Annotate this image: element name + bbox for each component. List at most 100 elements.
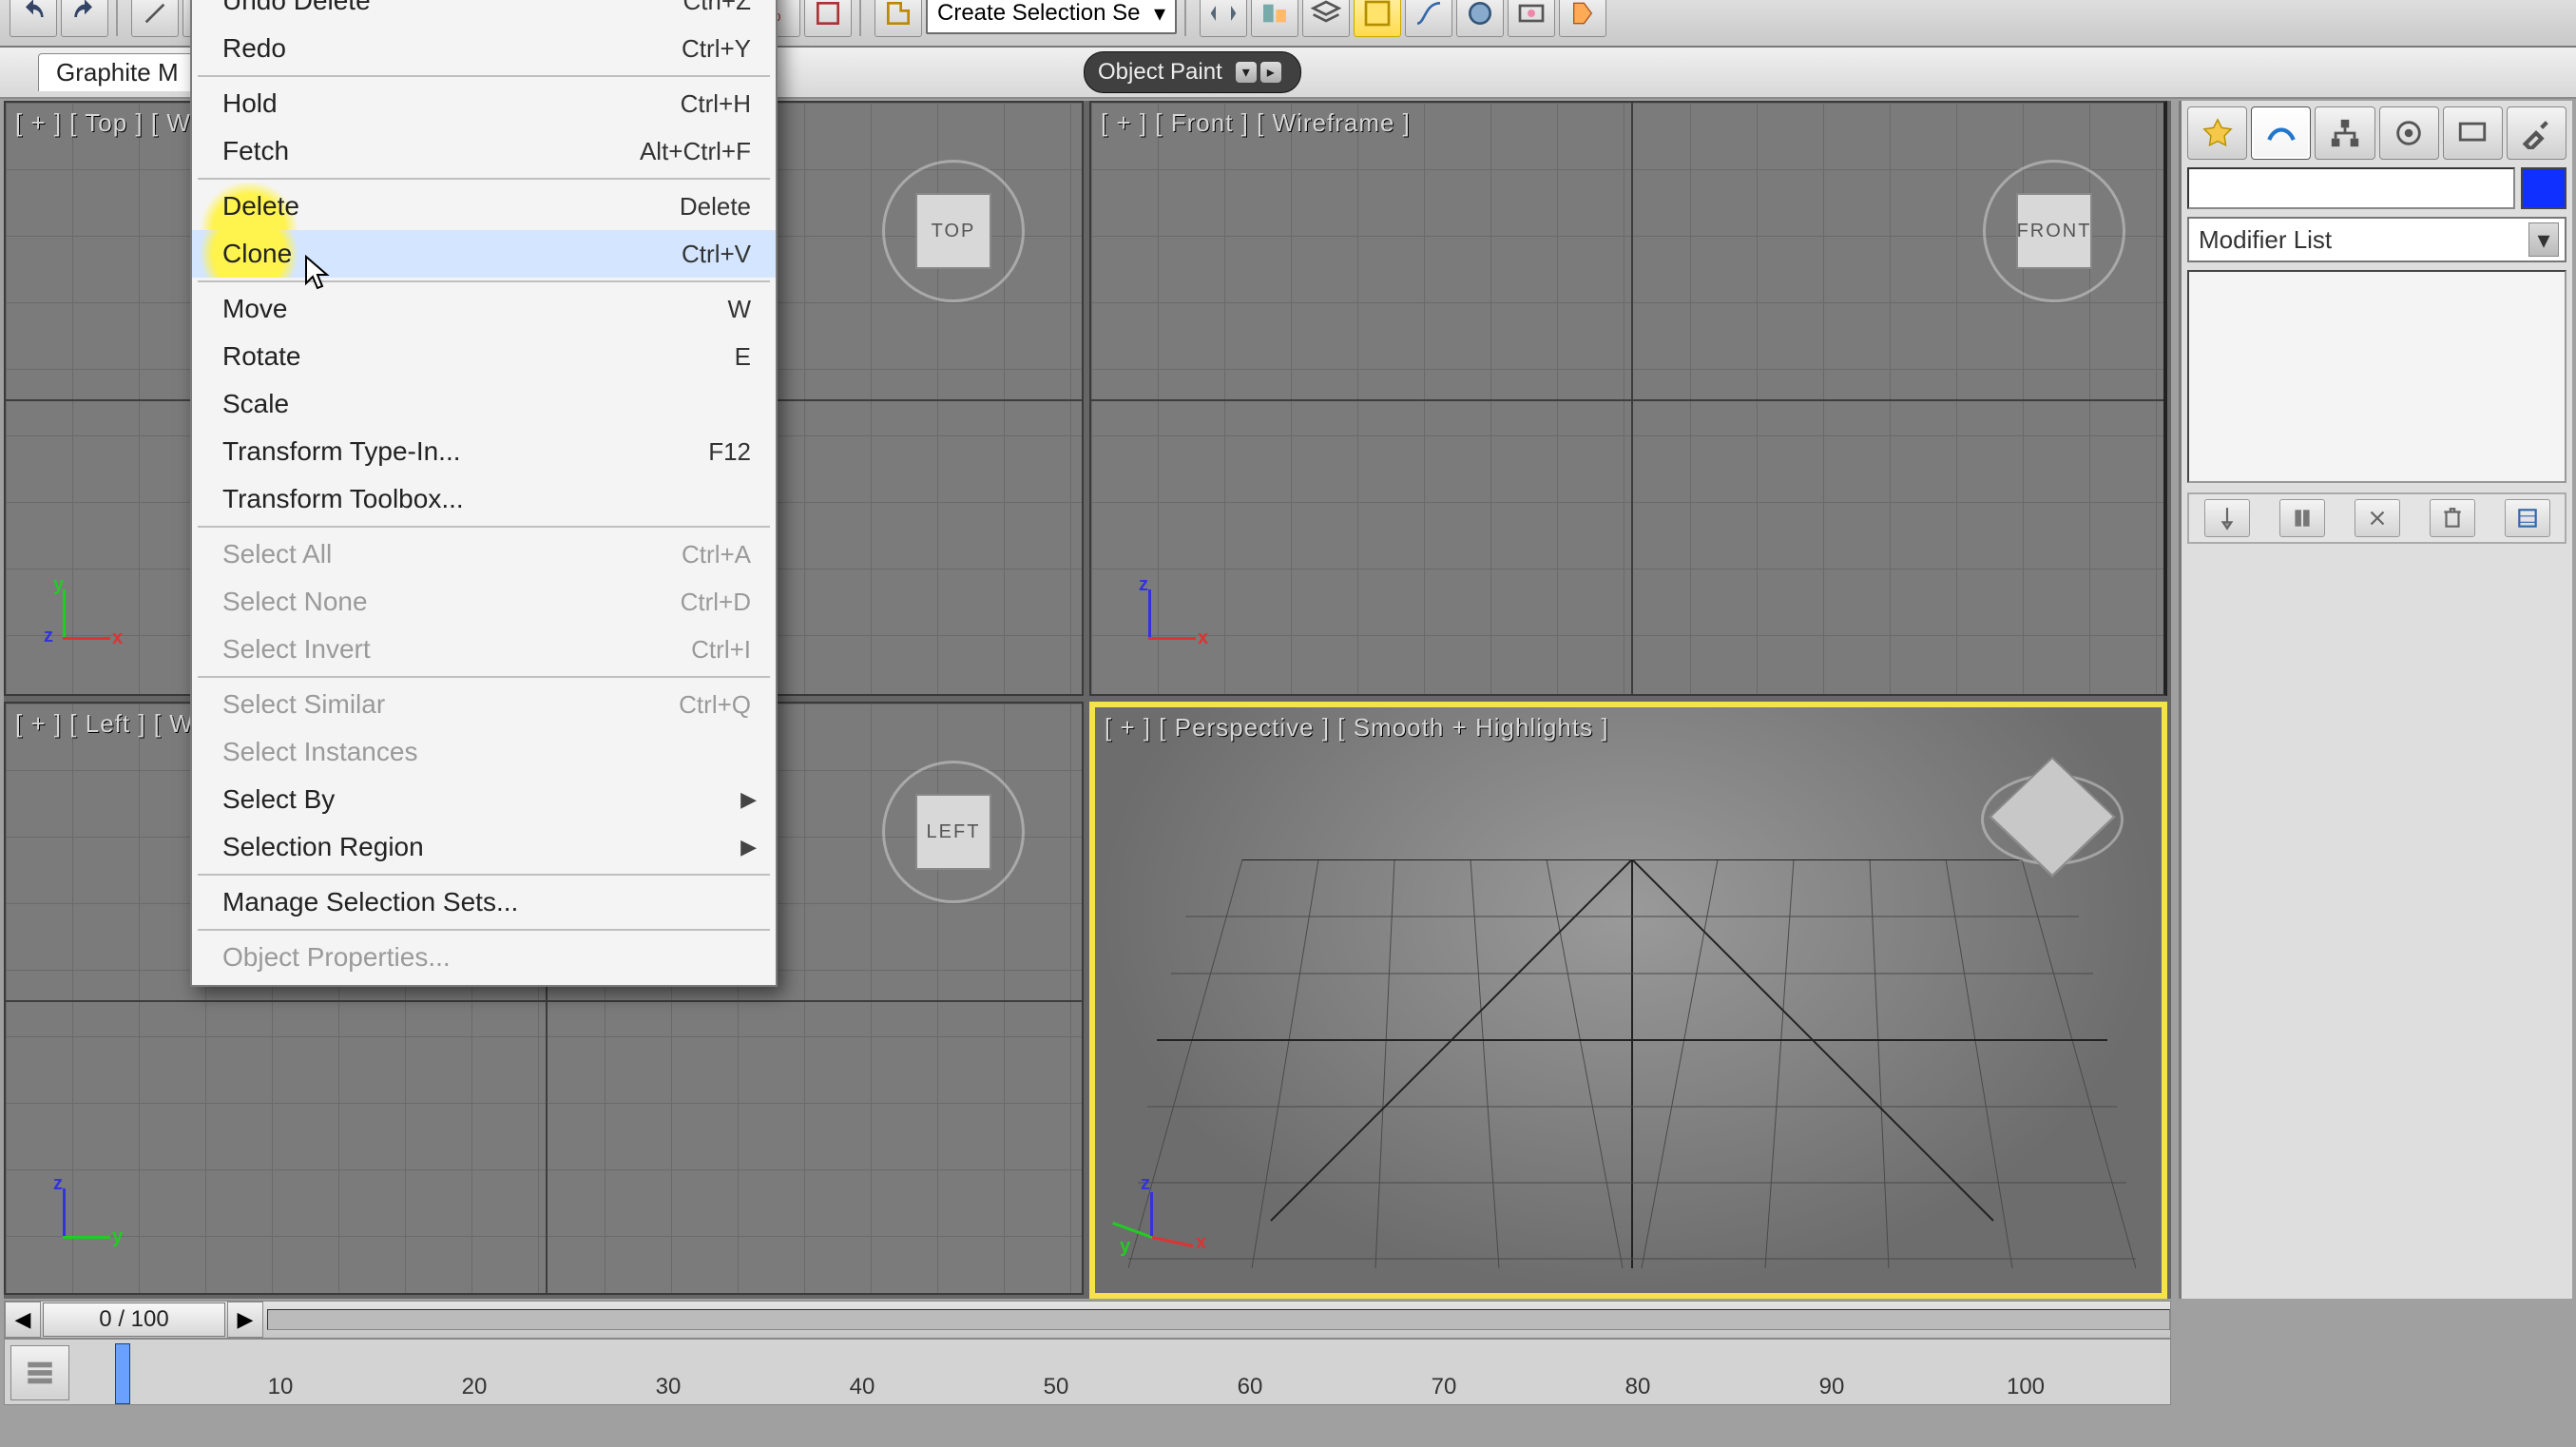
dropdown-label: Create Selection Se — [937, 0, 1140, 27]
render-setup-button[interactable] — [1508, 0, 1555, 37]
modifier-list-dropdown[interactable]: Modifier List ▾ — [2187, 217, 2566, 262]
remove-modifier-button[interactable] — [2430, 499, 2475, 537]
viewcube-ring-icon — [1983, 160, 2125, 302]
spinner-snap-toggle[interactable] — [804, 0, 852, 37]
schematic-view-button[interactable] — [1354, 0, 1401, 37]
menu-item-select-similar[interactable]: Select Similar Ctrl+Q — [192, 681, 776, 728]
menu-separator — [198, 75, 770, 77]
menu-item-rotate[interactable]: Rotate E — [192, 333, 776, 380]
menu-item-select-instances[interactable]: Select Instances — [192, 728, 776, 776]
menu-item-scale[interactable]: Scale — [192, 380, 776, 428]
chevron-right-icon: ▸ — [1260, 62, 1281, 83]
show-end-result-button[interactable] — [2279, 499, 2325, 537]
viewport-front[interactable]: [ + ] [ Front ] [ Wireframe ] FRONT x z — [1089, 101, 2167, 696]
menu-item-clone[interactable]: Clone Ctrl+V — [192, 230, 776, 278]
command-panel-tabs — [2187, 106, 2566, 160]
display-tab[interactable] — [2443, 106, 2503, 160]
time-value: 0 / 100 — [99, 1306, 168, 1333]
menu-item-transform-type-in[interactable]: Transform Type-In... F12 — [192, 428, 776, 475]
submenu-arrow-icon: ▶ — [740, 835, 757, 859]
make-unique-button[interactable] — [2355, 499, 2400, 537]
time-slider[interactable]: ◀ 0 / 100 ▶ — [4, 1301, 2171, 1339]
menu-label: Manage Selection Sets... — [222, 887, 518, 917]
time-config-button[interactable] — [10, 1345, 69, 1400]
viewcube-persp[interactable] — [1981, 745, 2124, 888]
menu-label: Select All — [222, 539, 332, 569]
menu-item-delete[interactable]: Delete Delete — [192, 183, 776, 230]
tab-label: Graphite M — [56, 58, 179, 87]
utilities-tab[interactable] — [2507, 106, 2566, 160]
perspective-grid-icon — [1128, 859, 2136, 1268]
time-prev-button[interactable]: ◀ — [5, 1302, 41, 1338]
menu-separator — [198, 874, 770, 876]
material-editor-button[interactable] — [1456, 0, 1504, 37]
modify-tab[interactable] — [2251, 106, 2311, 160]
menu-item-object-properties[interactable]: Object Properties... — [192, 934, 776, 981]
selection-set-dropdown[interactable]: Create Selection Se ▾ — [926, 0, 1177, 34]
named-sel-sets-button[interactable] — [875, 0, 922, 37]
menu-label: Clone — [222, 239, 292, 269]
modifier-stack[interactable] — [2187, 270, 2566, 483]
menu-item-manage-selection-sets[interactable]: Manage Selection Sets... — [192, 878, 776, 926]
menu-label: Hold — [222, 88, 278, 119]
grid-axis-h — [6, 1000, 1082, 1002]
viewcube-face[interactable] — [1990, 757, 2116, 877]
time-slider-track[interactable] — [267, 1309, 2170, 1330]
menu-item-transform-toolbox[interactable]: Transform Toolbox... — [192, 475, 776, 523]
menu-label: Select By — [222, 784, 335, 815]
ribbon-tab-graphite[interactable]: Graphite M — [38, 53, 197, 91]
menu-item-select-none[interactable]: Select None Ctrl+D — [192, 578, 776, 626]
menu-shortcut: Ctrl+Q — [679, 690, 751, 720]
pill-label: Object Paint — [1098, 59, 1222, 86]
menu-shortcut: Ctrl+D — [681, 588, 751, 617]
hierarchy-tab[interactable] — [2315, 106, 2374, 160]
menu-item-fetch[interactable]: Fetch Alt+Ctrl+F — [192, 127, 776, 175]
command-panel: Modifier List ▾ — [2179, 101, 2572, 1299]
menu-shortcut: Ctrl+I — [691, 635, 751, 665]
create-tab[interactable] — [2187, 106, 2247, 160]
time-next-button[interactable]: ▶ — [227, 1302, 263, 1338]
menu-item-redo[interactable]: Redo Ctrl+Y — [192, 25, 776, 72]
menu-label: Object Properties... — [222, 942, 451, 973]
redo-button[interactable] — [61, 0, 108, 37]
curve-editor-button[interactable] — [1405, 0, 1452, 37]
axis-tripod: x z — [1129, 580, 1215, 666]
menu-item-move[interactable]: Move W — [192, 285, 776, 333]
menu-label: Rotate — [222, 341, 301, 372]
object-color-swatch[interactable] — [2521, 167, 2566, 209]
menu-item-select-all[interactable]: Select All Ctrl+A — [192, 531, 776, 578]
toolbar-separator — [859, 0, 867, 36]
layers-button[interactable] — [1302, 0, 1350, 37]
menu-shortcut: Ctrl+V — [682, 240, 751, 269]
configure-sets-button[interactable] — [2505, 499, 2550, 537]
object-name-input[interactable] — [2187, 167, 2515, 209]
menu-shortcut: Ctrl+H — [681, 89, 751, 119]
axis-tripod: x y z — [1124, 1179, 1209, 1264]
viewport-label[interactable]: [ + ] [ Perspective ] [ Smooth + Highlig… — [1105, 713, 1609, 743]
axis-x-label: x — [112, 627, 123, 649]
timeline-ruler[interactable]: 10 20 30 40 50 60 70 80 90 100 — [4, 1339, 2171, 1405]
menu-item-select-invert[interactable]: Select Invert Ctrl+I — [192, 626, 776, 673]
object-paint-pill[interactable]: Object Paint ▾ ▸ — [1084, 51, 1301, 93]
viewcube-front[interactable]: FRONT — [1983, 160, 2125, 302]
menu-label: Selection Region — [222, 832, 424, 862]
menu-separator — [198, 280, 770, 282]
pin-stack-button[interactable] — [2204, 499, 2250, 537]
render-button[interactable] — [1559, 0, 1606, 37]
time-slider-thumb[interactable]: 0 / 100 — [43, 1302, 225, 1337]
viewcube-top[interactable]: TOP — [882, 160, 1025, 302]
menu-shortcut: Delete — [680, 192, 751, 222]
menu-shortcut: E — [735, 342, 751, 372]
menu-item-hold[interactable]: Hold Ctrl+H — [192, 80, 776, 127]
align-button[interactable] — [1251, 0, 1298, 37]
viewport-label[interactable]: [ + ] [ Front ] [ Wireframe ] — [1101, 108, 1411, 138]
mirror-button[interactable] — [1200, 0, 1247, 37]
menu-item-selection-region[interactable]: Selection Region ▶ — [192, 823, 776, 871]
motion-tab[interactable] — [2379, 106, 2439, 160]
viewcube-left[interactable]: LEFT — [882, 761, 1025, 903]
menu-item-undo[interactable]: Undo Delete Ctrl+Z — [192, 0, 776, 25]
menu-item-select-by[interactable]: Select By ▶ — [192, 776, 776, 823]
link-button[interactable] — [131, 0, 179, 37]
viewport-perspective[interactable]: [ + ] [ Perspective ] [ Smooth + Highlig… — [1089, 702, 2167, 1299]
undo-button[interactable] — [10, 0, 57, 37]
